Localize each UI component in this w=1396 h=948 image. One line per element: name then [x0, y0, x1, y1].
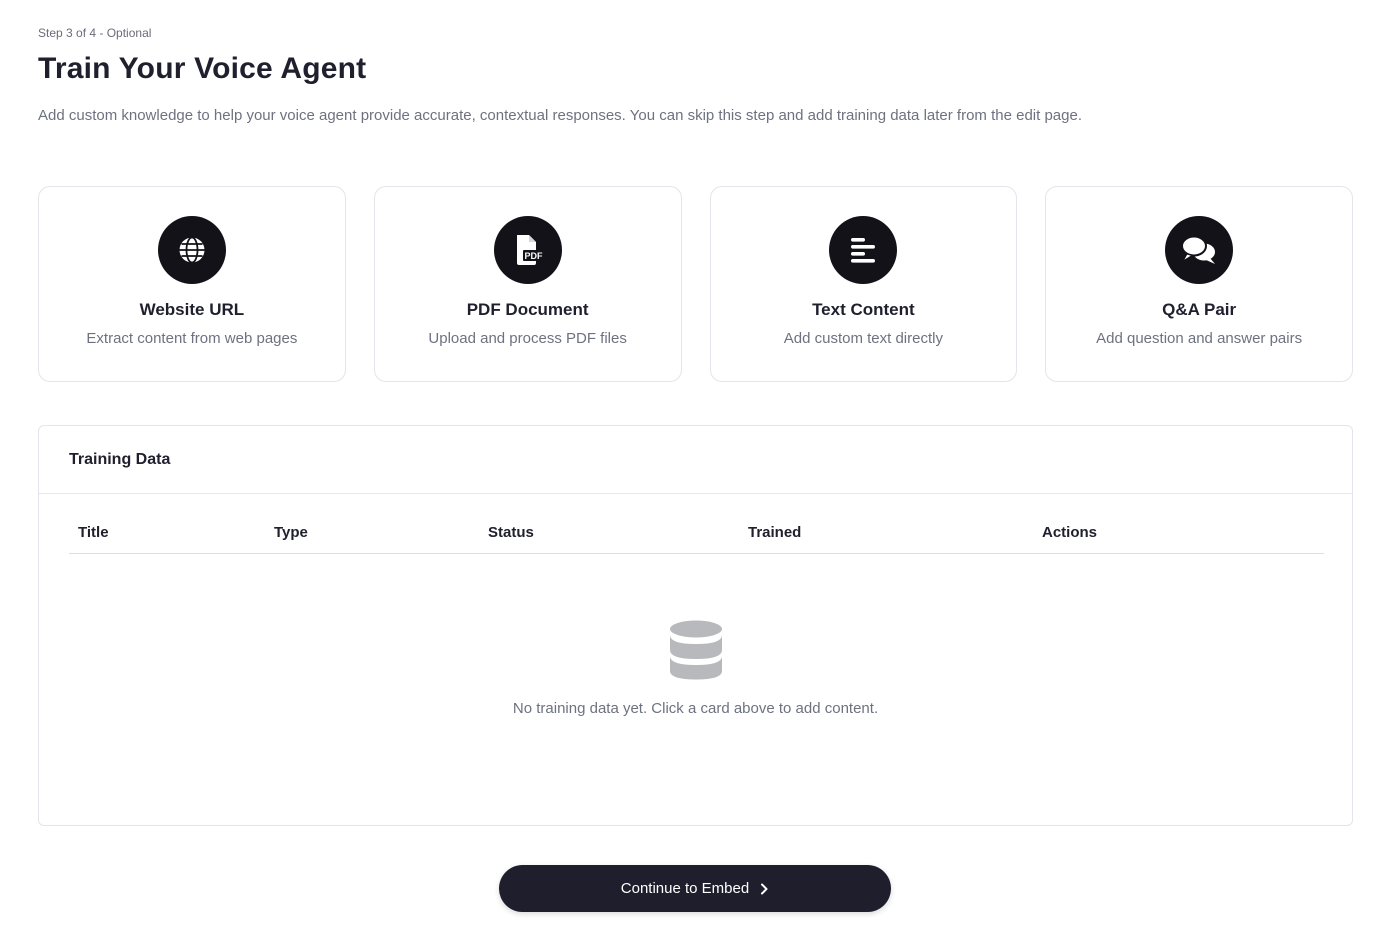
- text-lines-icon: [829, 216, 898, 284]
- column-title: Title: [78, 524, 109, 541]
- card-description: Add custom text directly: [783, 330, 943, 347]
- page-title: Train Your Voice Agent: [38, 52, 367, 85]
- card-description: Upload and process PDF files: [428, 330, 627, 347]
- empty-state: No training data yet. Click a card above…: [39, 620, 1352, 717]
- chat-bubbles-icon: [1165, 216, 1234, 284]
- column-trained: Trained: [748, 524, 802, 541]
- pdf-file-icon: PDF: [493, 216, 562, 284]
- column-type: Type: [274, 524, 308, 541]
- panel-header: Training Data: [39, 426, 1352, 494]
- column-status: Status: [488, 524, 534, 541]
- card-title: Text Content: [812, 300, 915, 319]
- continue-to-embed-button[interactable]: Continue to Embed: [499, 865, 891, 912]
- card-website-url[interactable]: Website URL Extract content from web pag…: [38, 186, 346, 382]
- table-header: Title Type Status Trained Actions: [69, 518, 1324, 554]
- training-data-panel: Training Data Title Type Status Trained …: [38, 425, 1353, 826]
- database-icon: [669, 620, 722, 680]
- column-actions: Actions: [1042, 524, 1098, 541]
- card-pdf-document[interactable]: PDF PDF Document Upload and process PDF …: [373, 186, 682, 382]
- card-text-content[interactable]: Text Content Add custom text directly: [709, 186, 1018, 382]
- globe-icon: [157, 216, 226, 284]
- card-description: Add question and answer pairs: [1096, 330, 1303, 347]
- card-title: PDF Document: [466, 300, 589, 319]
- continue-label: Continue to Embed: [620, 880, 750, 897]
- svg-text:PDF: PDF: [524, 251, 543, 261]
- empty-message: No training data yet. Click a card above…: [512, 700, 879, 717]
- chevron-right-icon: [761, 883, 768, 894]
- card-title: Website URL: [139, 300, 245, 319]
- page-subtitle: Add custom knowledge to help your voice …: [38, 107, 1082, 124]
- step-indicator: Step 3 of 4 - Optional: [38, 26, 152, 40]
- card-title: Q&A Pair: [1162, 300, 1237, 319]
- card-qa-pair[interactable]: Q&A Pair Add question and answer pairs: [1045, 186, 1353, 382]
- source-cards: Website URL Extract content from web pag…: [38, 186, 1353, 382]
- card-description: Extract content from web pages: [86, 330, 298, 347]
- panel-title: Training Data: [69, 450, 171, 468]
